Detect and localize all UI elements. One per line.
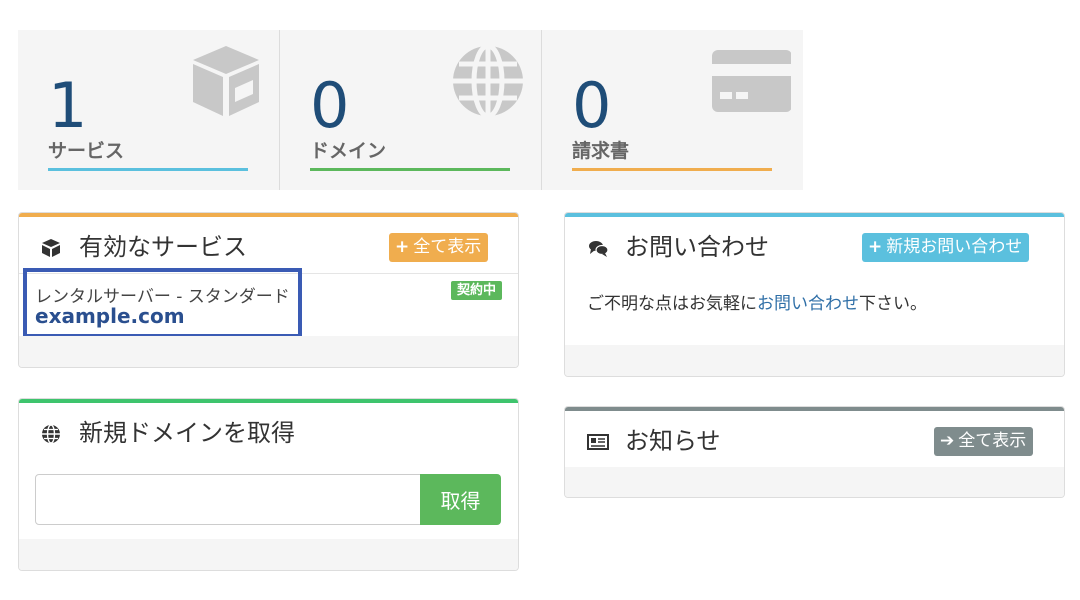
- panel-title: 新規ドメインを取得: [79, 419, 295, 447]
- highlight-box: [23, 268, 302, 338]
- new-inquiry-label: 新規お問い合わせ: [886, 237, 1023, 257]
- service-row[interactable]: レンタルサーバー - スタンダード example.com 契約中: [19, 268, 518, 338]
- stat-invoices-bar: [572, 168, 772, 171]
- box-icon: [193, 46, 259, 116]
- view-all-label: 全て表示: [958, 431, 1027, 451]
- stat-domains-count: 0: [310, 69, 350, 142]
- panel-header: 新規ドメインを取得: [19, 403, 518, 460]
- contact-link[interactable]: お問い合わせ: [757, 294, 859, 314]
- new-inquiry-button[interactable]: + 新規お問い合わせ: [862, 233, 1030, 262]
- panel-footer: [565, 467, 1064, 497]
- stat-services-count: 1: [48, 69, 88, 142]
- panel-footer: [565, 345, 1064, 376]
- stat-invoices-count: 0: [572, 69, 612, 142]
- panel-title: お問い合わせ: [625, 233, 769, 261]
- panel-title: お知らせ: [625, 427, 721, 455]
- panel-title: 有効なサービス: [79, 233, 247, 261]
- stats-tiles: 1 サービス 0 ドメイン 0 請求書: [18, 30, 803, 190]
- get-domain-button[interactable]: 取得: [420, 474, 501, 525]
- news-panel: お知らせ ➔ 全て表示: [564, 406, 1065, 498]
- plus-icon: +: [395, 237, 410, 257]
- stat-services-label: サービス: [48, 140, 125, 162]
- stat-domains-bar: [310, 168, 510, 171]
- status-badge: 契約中: [450, 281, 502, 300]
- credit-card-icon: [712, 50, 791, 112]
- panel-header: お知らせ ➔ 全て表示: [565, 411, 1064, 468]
- view-all-services-button[interactable]: + 全て表示: [389, 233, 489, 262]
- view-all-news-button[interactable]: ➔ 全て表示: [934, 427, 1034, 456]
- cube-icon: [42, 239, 60, 257]
- stat-invoices[interactable]: 0 請求書: [542, 30, 803, 190]
- comments-icon: [589, 241, 609, 257]
- contact-panel: お問い合わせ + 新規お問い合わせ ご不明な点はお気軽にお問い合わせ下さい。: [564, 212, 1065, 377]
- stat-services[interactable]: 1 サービス: [18, 30, 280, 190]
- newspaper-icon: [587, 434, 609, 450]
- stat-invoices-label: 請求書: [572, 140, 630, 162]
- panel-header: 有効なサービス + 全て表示: [19, 217, 518, 274]
- panel-footer: [19, 539, 518, 570]
- contact-text-before: ご不明な点はお気軽に: [587, 294, 757, 314]
- contact-message: ご不明な点はお気軽にお問い合わせ下さい。: [587, 289, 927, 314]
- panel-header: お問い合わせ + 新規お問い合わせ: [565, 217, 1064, 274]
- stat-domains[interactable]: 0 ドメイン: [280, 30, 542, 190]
- active-services-panel: 有効なサービス + 全て表示 レンタルサーバー - スタンダード example.…: [18, 212, 519, 368]
- arrow-right-icon: ➔: [940, 431, 955, 451]
- new-domain-panel: 新規ドメインを取得 取得: [18, 398, 519, 571]
- globe-icon: [453, 43, 523, 119]
- view-all-label: 全て表示: [413, 237, 482, 257]
- stat-domains-label: ドメイン: [310, 140, 387, 162]
- contact-text-after: 下さい。: [859, 294, 927, 314]
- stat-services-bar: [48, 168, 248, 171]
- plus-icon: +: [868, 237, 883, 257]
- panel-footer: [19, 336, 518, 367]
- domain-search-input[interactable]: [35, 474, 421, 525]
- globe-icon: [42, 424, 60, 444]
